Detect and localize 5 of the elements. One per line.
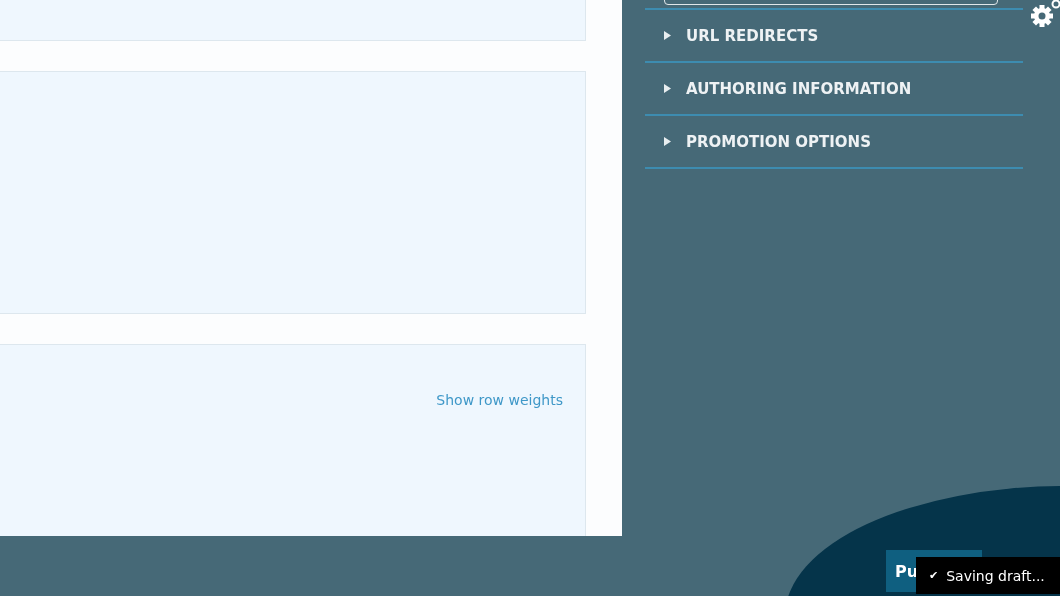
section-title: PROMOTION OPTIONS — [686, 132, 871, 151]
section-title: URL REDIRECTS — [686, 26, 819, 45]
check-icon: ✔ — [929, 569, 939, 582]
section-title: AUTHORING INFORMATION — [686, 79, 912, 98]
toast-message: Saving draft... — [946, 567, 1045, 584]
